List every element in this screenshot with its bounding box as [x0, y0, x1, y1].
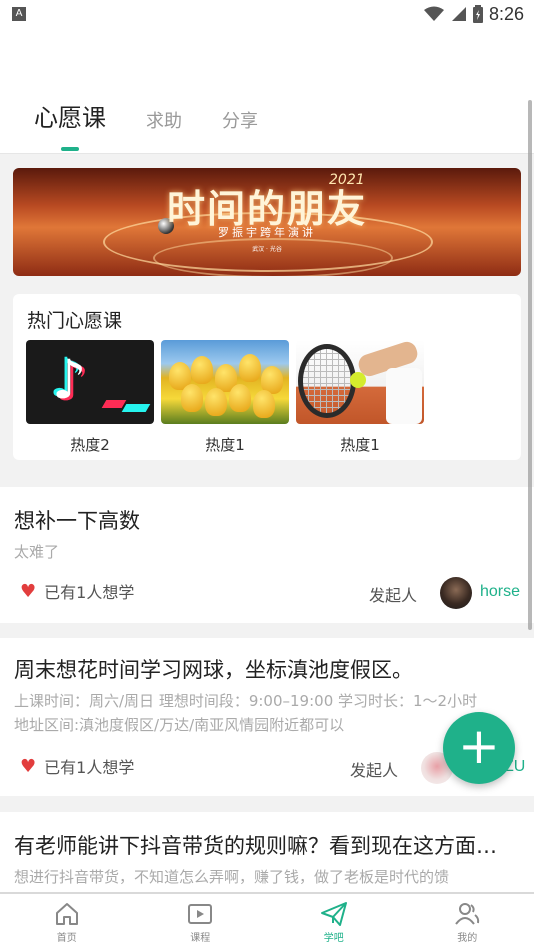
- tiktok-logo-thumbnail: ♪: [26, 340, 154, 424]
- banner-subtitle: 罗振宇跨年演讲: [218, 226, 316, 239]
- post-title: 周末想花时间学习网球，坐标滇池度假区。: [14, 658, 413, 682]
- nav-label: 学吧: [323, 933, 344, 944]
- nav-item-learn[interactable]: 学吧: [267, 894, 401, 950]
- tulip-shape: [239, 354, 261, 382]
- status-bar: A 8:26: [0, 0, 534, 28]
- clock: 8:26: [488, 3, 524, 24]
- post-description: 太难了: [14, 543, 60, 561]
- popularity-label: 热度2: [70, 436, 110, 454]
- tab-share[interactable]: 分享: [222, 107, 258, 133]
- popularity-label: 热度1: [340, 436, 380, 454]
- hot-course-item[interactable]: 热度1: [161, 340, 289, 455]
- nav-label: 课程: [190, 933, 211, 944]
- nav-item-home[interactable]: 首页: [0, 894, 134, 950]
- want-count-text: 已有1人想学: [44, 758, 135, 777]
- tennis-thumbnail: [296, 340, 424, 424]
- tulip-shape: [181, 384, 203, 412]
- post-title: 有老师能讲下抖音带货的规则嘛？看到现在这方面…: [14, 834, 497, 858]
- wish-post-card[interactable]: 有老师能讲下抖音带货的规则嘛？看到现在这方面… 想进行抖音带货，不知道怎么弄啊，…: [0, 812, 534, 892]
- tulip-shape: [205, 388, 227, 416]
- tab-help[interactable]: 求助: [146, 107, 182, 133]
- scrollbar[interactable]: [528, 100, 532, 630]
- player-body-shape: [386, 368, 422, 424]
- decor-bar: [121, 404, 151, 412]
- wifi-icon: [423, 6, 444, 21]
- tab-label: 分享: [222, 111, 258, 132]
- tab-bar: 心愿课 求助 分享: [34, 98, 298, 151]
- hot-course-item[interactable]: 热度1: [296, 340, 424, 455]
- home-icon: [55, 903, 78, 925]
- want-to-learn[interactable]: ♥ 已有1人想学: [20, 754, 134, 778]
- banner-year: 2021: [329, 172, 365, 188]
- post-description-line: 上课时间：周六/周日 理想时间段：9:00–19:00 学习时长：1～2小时: [14, 692, 478, 710]
- paper-plane-icon: [320, 902, 347, 926]
- want-count-text: 已有1人想学: [44, 583, 135, 602]
- add-wish-button[interactable]: +: [443, 712, 515, 784]
- tennis-ball-shape: [350, 372, 366, 388]
- tulip-shape: [229, 384, 251, 412]
- signal-icon: [451, 7, 466, 21]
- top-header: 心愿课 求助 分享: [0, 28, 534, 154]
- wish-post-card[interactable]: 想补一下高数 太难了 ♥ 已有1人想学 发起人 horse: [0, 487, 534, 623]
- avatar[interactable]: [440, 577, 472, 609]
- decor-bar: [101, 400, 127, 408]
- battery-icon: [472, 5, 483, 23]
- nav-label: 我的: [457, 933, 478, 944]
- bottom-nav: 首页 课程 学吧 我的: [0, 892, 534, 950]
- post-title: 想补一下高数: [14, 509, 140, 533]
- racket-shape: [298, 344, 356, 418]
- play-icon: [188, 904, 213, 924]
- banner-location: 武汉 · 光谷: [252, 246, 282, 253]
- tulip-shape: [253, 390, 275, 418]
- promo-banner[interactable]: 时间的朋友 2021 罗振宇跨年演讲 武汉 · 光谷: [13, 168, 521, 276]
- tab-active-indicator: [61, 147, 79, 151]
- heart-icon: ♥: [20, 755, 37, 777]
- notification-a-icon: A: [12, 7, 26, 21]
- hot-courses-card: 热门心愿课 ♪ 热度2 热度1 热度1: [13, 294, 521, 460]
- tab-label: 心愿课: [34, 104, 106, 132]
- nav-label: 首页: [56, 933, 77, 944]
- hot-course-item[interactable]: ♪ 热度2: [26, 340, 154, 455]
- nav-item-mine[interactable]: 我的: [401, 894, 534, 950]
- initiator-username[interactable]: horse: [480, 583, 520, 601]
- tab-wish-course[interactable]: 心愿课: [34, 98, 106, 151]
- music-note-icon: ♪: [52, 348, 87, 411]
- heart-icon: ♥: [20, 580, 37, 602]
- initiator-label: 发起人: [350, 761, 399, 780]
- tulip-shape: [191, 356, 213, 384]
- initiator-label: 发起人: [369, 586, 418, 605]
- section-heading: 热门心愿课: [27, 310, 123, 332]
- tab-label: 求助: [146, 111, 182, 132]
- status-right: 8:26: [423, 3, 524, 25]
- popularity-label: 热度1: [205, 436, 245, 454]
- tulips-thumbnail: [161, 340, 289, 424]
- user-icon: [455, 903, 480, 925]
- post-description: 想进行抖音带货，不知道怎么弄啊，赚了钱，做了老板是时代的馈: [14, 868, 450, 886]
- want-to-learn[interactable]: ♥ 已有1人想学: [20, 579, 134, 603]
- nav-item-courses[interactable]: 课程: [134, 894, 268, 950]
